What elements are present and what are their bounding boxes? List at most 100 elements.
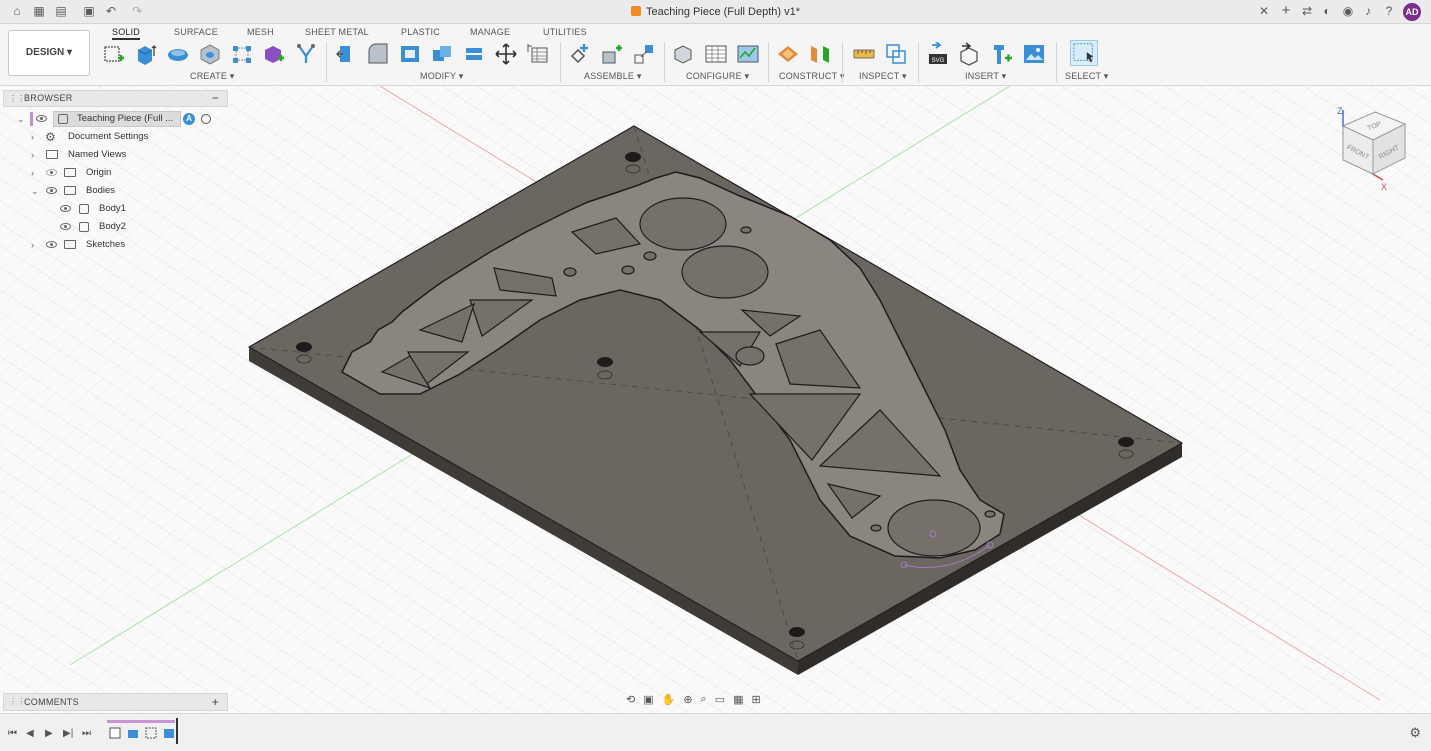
tab-surface[interactable]: SURFACE: [174, 27, 218, 37]
insert-canvas-icon[interactable]: [1022, 42, 1046, 66]
tree-item-sketches[interactable]: › Sketches: [3, 236, 228, 254]
new-component-icon[interactable]: [568, 42, 592, 66]
timeline-feature-body-icon[interactable]: [108, 726, 122, 740]
tab-mesh[interactable]: MESH: [247, 27, 274, 37]
tree-item-root[interactable]: ⌄ Teaching Piece (Full ... A: [3, 110, 228, 128]
eye-icon[interactable]: [60, 223, 71, 230]
extrude-icon[interactable]: [134, 42, 158, 66]
zoom-icon[interactable]: ⊕: [683, 693, 692, 709]
change-parameters-icon[interactable]: [526, 42, 550, 66]
collapse-browser-icon[interactable]: −: [212, 91, 219, 106]
hole-icon[interactable]: [198, 42, 222, 66]
online-status-icon[interactable]: ◉: [1341, 4, 1355, 18]
fit-icon[interactable]: ⌕: [701, 693, 707, 709]
tree-item-document-settings[interactable]: › ⚙ Document Settings: [3, 128, 228, 146]
revolve-icon[interactable]: [166, 42, 190, 66]
viewports-icon[interactable]: ⊞: [752, 693, 761, 709]
timeline-next-icon[interactable]: ▶|: [63, 728, 73, 739]
close-tab-icon[interactable]: ✕: [1257, 4, 1271, 18]
chevron-right-icon[interactable]: ›: [31, 164, 34, 182]
tree-item-origin[interactable]: › Origin: [3, 164, 228, 182]
tab-plastic[interactable]: PLASTIC: [401, 27, 440, 37]
timeline-prev-icon[interactable]: ◀: [26, 728, 34, 739]
insert-group-label[interactable]: INSERT ▾: [965, 71, 1006, 82]
assemble-group-label[interactable]: ASSEMBLE ▾: [584, 71, 642, 82]
construct-group-label[interactable]: CONSTRUCT ▾: [779, 71, 845, 82]
as-built-joint-icon[interactable]: [632, 42, 656, 66]
timeline-feature-cut-icon[interactable]: [162, 726, 176, 740]
insert-mcmaster-icon[interactable]: [990, 42, 1014, 66]
interference-icon[interactable]: [884, 42, 908, 66]
measure-icon[interactable]: [852, 42, 876, 66]
inspect-group-label[interactable]: INSPECT ▾: [859, 71, 907, 82]
timeline-settings-gear-icon[interactable]: ⚙: [1409, 725, 1421, 741]
derive-icon[interactable]: [294, 42, 318, 66]
fillet-icon[interactable]: [366, 42, 390, 66]
tree-item-bodies[interactable]: ⌄ Bodies: [3, 182, 228, 200]
radio-icon[interactable]: [201, 114, 211, 124]
view-cube[interactable]: TOP FRONT RIGHT Z X: [1333, 104, 1413, 194]
offset-plane-icon[interactable]: [776, 42, 800, 66]
job-status-icon[interactable]: ◐: [1320, 4, 1334, 18]
configuration-table-icon[interactable]: [704, 42, 728, 66]
chevron-down-icon[interactable]: ⌄: [31, 182, 39, 200]
pan-icon[interactable]: ✋: [662, 693, 676, 709]
create-form-icon[interactable]: [262, 42, 286, 66]
create-sketch-icon[interactable]: [102, 42, 126, 66]
configure-design-icon[interactable]: [672, 42, 696, 66]
modify-group-label[interactable]: MODIFY ▾: [420, 71, 463, 82]
chevron-down-icon[interactable]: ⌄: [17, 110, 25, 128]
timeline-marker[interactable]: [176, 718, 178, 744]
orbit-icon[interactable]: ⟲: [626, 693, 635, 709]
midplane-icon[interactable]: [808, 42, 832, 66]
tree-item-named-views[interactable]: › Named Views: [3, 146, 228, 164]
notifications-icon[interactable]: ♪: [1361, 4, 1375, 18]
joint-icon[interactable]: [600, 42, 624, 66]
timeline-last-icon[interactable]: ⏭: [82, 728, 91, 739]
split-body-icon[interactable]: [462, 42, 486, 66]
chevron-right-icon[interactable]: ›: [31, 146, 34, 164]
timeline-feature-extrude-icon[interactable]: [126, 726, 140, 740]
select-group-label[interactable]: SELECT ▾: [1065, 71, 1108, 82]
help-icon[interactable]: ?: [1382, 4, 1396, 18]
shell-icon[interactable]: [398, 42, 422, 66]
create-group-label[interactable]: CREATE ▾: [190, 71, 234, 82]
insert-mesh-icon[interactable]: [958, 42, 982, 66]
move-copy-icon[interactable]: [494, 42, 518, 66]
tab-solid[interactable]: SOLID: [112, 27, 141, 40]
combine-icon[interactable]: [430, 42, 454, 66]
eye-icon[interactable]: [60, 205, 71, 212]
insert-svg-icon[interactable]: SVG: [926, 42, 950, 66]
document-title-tab[interactable]: Teaching Piece (Full Depth) v1*: [0, 6, 1431, 18]
eye-icon[interactable]: [46, 241, 57, 248]
configure-group-label[interactable]: CONFIGURE ▾: [686, 71, 749, 82]
eye-hidden-icon[interactable]: [46, 169, 57, 176]
select-window-icon[interactable]: [1070, 40, 1098, 66]
configure-rule-icon[interactable]: [736, 42, 760, 66]
grid-settings-icon[interactable]: ▦: [733, 693, 743, 709]
new-tab-icon[interactable]: +: [1279, 3, 1293, 18]
user-avatar[interactable]: AD: [1403, 3, 1421, 21]
tab-manage[interactable]: MANAGE: [470, 27, 510, 37]
eye-icon[interactable]: [46, 187, 57, 194]
display-settings-icon[interactable]: ▭: [715, 693, 725, 709]
timeline-feature-sketch-icon[interactable]: [144, 726, 158, 740]
chevron-right-icon[interactable]: ›: [31, 128, 34, 146]
eye-icon[interactable]: [36, 115, 47, 122]
tree-item-body2[interactable]: Body2: [3, 218, 228, 236]
timeline-play-icon[interactable]: ▶: [45, 728, 53, 739]
tab-sheet-metal[interactable]: SHEET METAL: [305, 27, 369, 37]
look-at-icon[interactable]: ▣: [643, 693, 653, 709]
tab-utilities[interactable]: UTILITIES: [543, 27, 587, 37]
tree-item-body1[interactable]: Body1: [3, 200, 228, 218]
activate-icon[interactable]: A: [183, 113, 195, 125]
extensions-icon[interactable]: ⇄: [1300, 4, 1314, 18]
chevron-right-icon[interactable]: ›: [31, 236, 34, 254]
comments-panel[interactable]: ⋮⋮ COMMENTS +: [3, 693, 228, 711]
drag-handle-icon[interactable]: ⋮⋮: [9, 694, 26, 710]
workspace-switcher-button[interactable]: DESIGN ▾: [8, 30, 90, 76]
browser-header[interactable]: ⋮⋮ BROWSER −: [3, 90, 228, 107]
add-comment-icon[interactable]: +: [212, 694, 219, 710]
press-pull-icon[interactable]: [334, 42, 358, 66]
drag-handle-icon[interactable]: ⋮⋮: [9, 91, 26, 106]
